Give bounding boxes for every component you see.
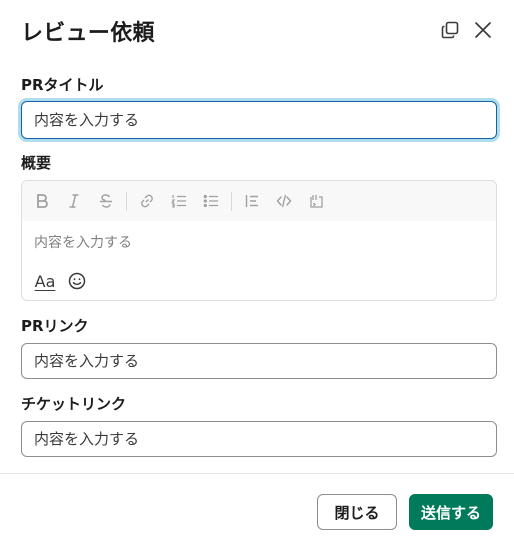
- copy-window-icon: [441, 21, 459, 39]
- strikethrough-icon: [100, 194, 112, 208]
- link-button[interactable]: [137, 191, 157, 211]
- pr-link-label: PRリンク: [21, 317, 89, 335]
- pr-title-label: PRタイトル: [21, 76, 104, 94]
- blockquote-button[interactable]: [242, 191, 262, 211]
- bold-icon: [37, 194, 48, 208]
- code-block-icon: [310, 195, 323, 208]
- bold-button[interactable]: [32, 191, 52, 211]
- modal-header: レビュー依頼: [0, 0, 514, 60]
- ticket-link-label: チケットリンク: [21, 395, 127, 413]
- ticket-link-input[interactable]: [21, 421, 497, 457]
- code-button[interactable]: [274, 191, 294, 211]
- close-icon: [475, 22, 491, 38]
- submit-button[interactable]: 送信する: [409, 494, 493, 530]
- ordered-list-button[interactable]: [169, 191, 189, 211]
- code-block-button[interactable]: [306, 191, 326, 211]
- footer-divider: [0, 473, 514, 474]
- blockquote-icon: [245, 195, 258, 207]
- summary-editor[interactable]: 内容を入力する Aa: [21, 180, 497, 301]
- bulleted-list-icon: [203, 194, 218, 208]
- smiley-icon: [68, 272, 86, 290]
- pr-link-input[interactable]: [21, 343, 497, 379]
- italic-icon: [69, 194, 79, 208]
- link-icon: [141, 194, 153, 208]
- popout-button[interactable]: [438, 18, 462, 42]
- emoji-button[interactable]: [66, 270, 88, 292]
- formatting-toolbar: [22, 181, 496, 221]
- close-modal-button[interactable]: 閉じる: [317, 494, 397, 530]
- code-icon: [276, 194, 292, 208]
- ordered-list-icon: [171, 195, 186, 208]
- toolbar-divider: [126, 192, 127, 211]
- summary-label: 概要: [21, 154, 52, 172]
- strikethrough-button[interactable]: [96, 191, 116, 211]
- modal-title: レビュー依頼: [21, 21, 155, 46]
- close-button[interactable]: [471, 18, 495, 42]
- bulleted-list-button[interactable]: [201, 191, 221, 211]
- italic-button[interactable]: [64, 191, 84, 211]
- review-request-modal: レビュー依頼 PRタイトル 概要: [0, 0, 514, 546]
- summary-placeholder: 内容を入力する: [34, 235, 132, 251]
- toolbar-divider: [231, 192, 232, 211]
- text-style-button[interactable]: Aa: [34, 270, 56, 292]
- pr-title-input[interactable]: [21, 101, 497, 139]
